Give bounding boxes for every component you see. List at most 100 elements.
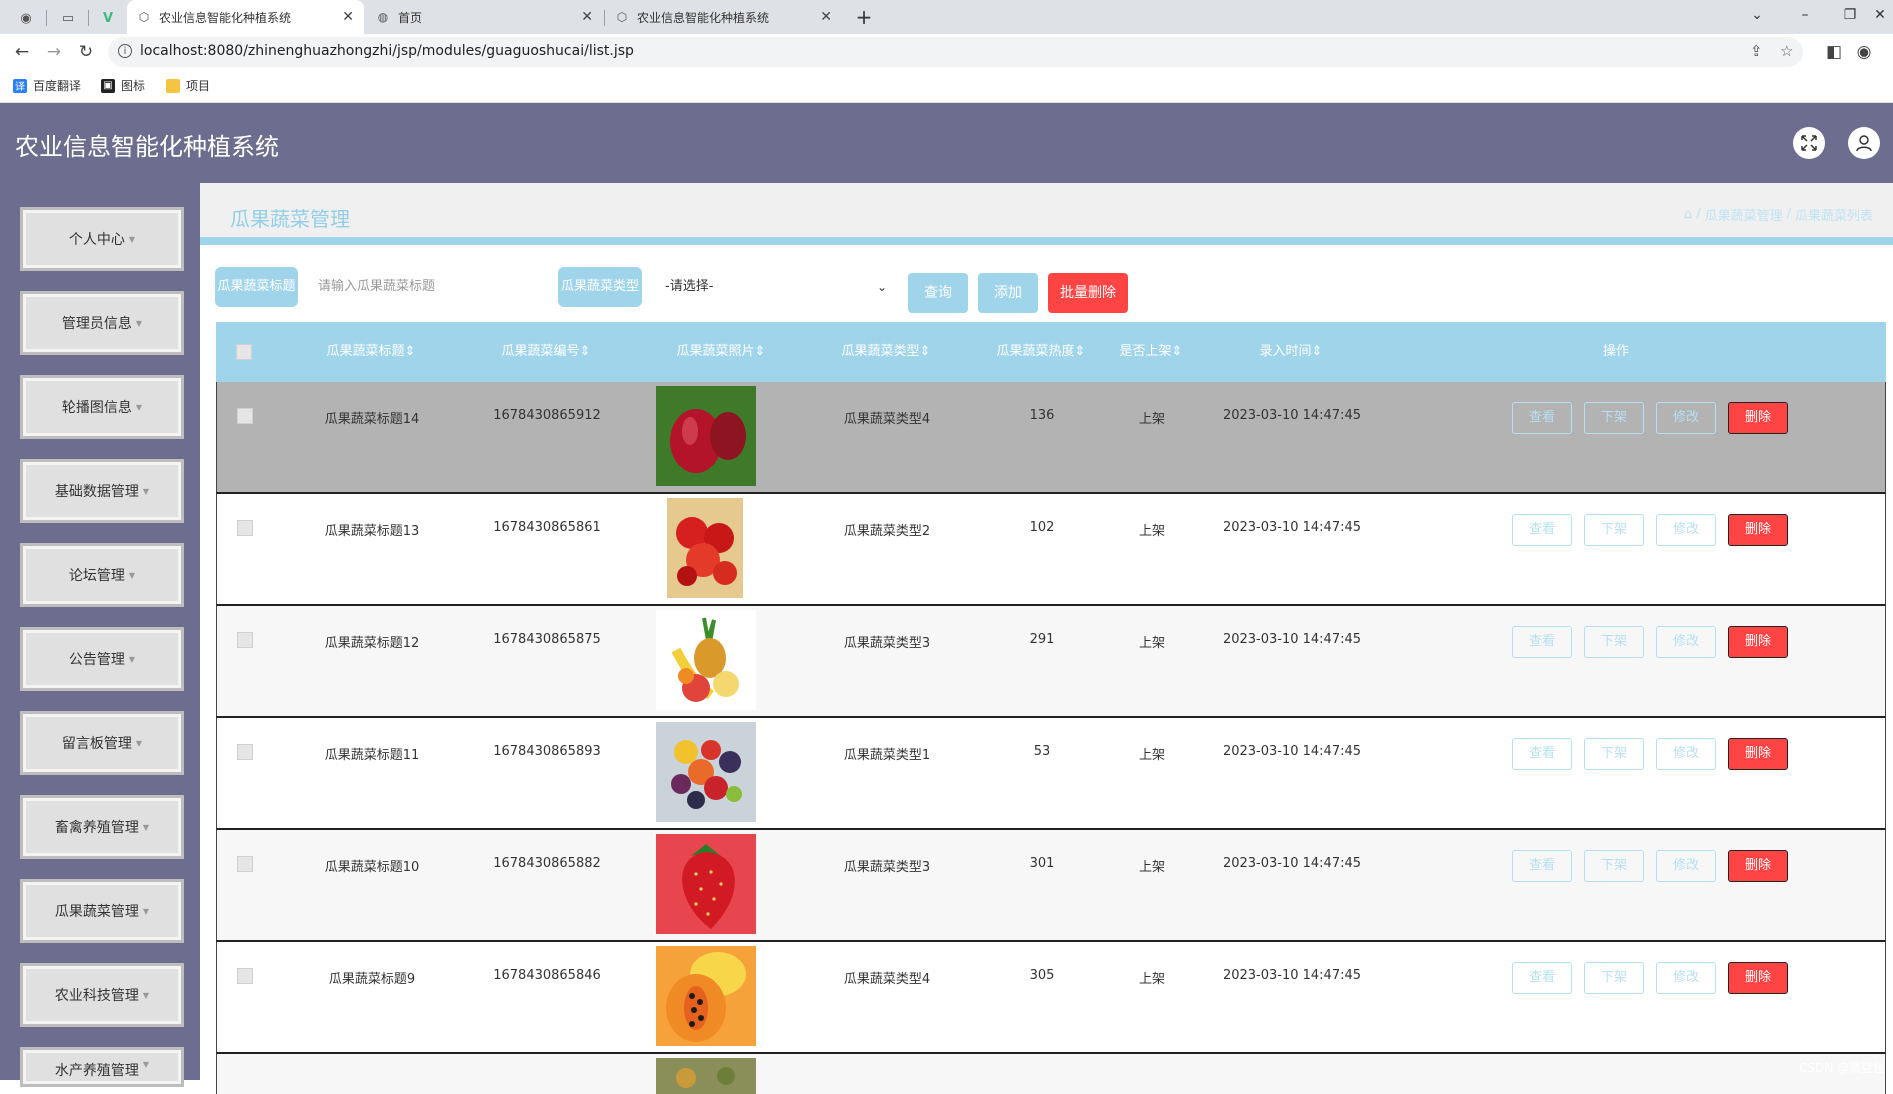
sidebar-item-aquaculture[interactable]: 水产养殖管理 ▼ [20,1047,184,1087]
table-row[interactable]: 瓜果蔬菜标题12 1678430865875 瓜果蔬菜类型3 291 上架 20… [216,606,1886,718]
view-button[interactable]: 查看 [1512,962,1572,994]
type-select[interactable]: -请选择- ⌄ [665,267,895,307]
view-button[interactable]: 查看 [1512,514,1572,546]
column-header-title[interactable]: 瓜果蔬菜标题⇕ [296,322,446,382]
reload-button[interactable]: ↻ [74,40,98,64]
cell-heat: 305 [1029,968,1055,983]
pinned-tab-vue[interactable]: V [92,6,124,30]
delete-button[interactable]: 删除 [1728,514,1788,546]
sidebar-item-base-data[interactable]: 基础数据管理 ▼ [20,459,184,523]
column-header-heat[interactable]: 瓜果蔬菜热度⇕ [966,322,1116,382]
row-checkbox[interactable] [237,632,253,648]
view-button[interactable]: 查看 [1512,626,1572,658]
table-row[interactable]: 瓜果蔬菜标题10 1678430865882 瓜果蔬菜类型3 301 上架 20… [216,830,1886,942]
profile-icon[interactable]: ◉ [1852,40,1876,64]
close-icon[interactable]: ✕ [581,9,593,25]
row-checkbox[interactable] [237,856,253,872]
sidebar-item-notice[interactable]: 公告管理 ▼ [20,627,184,691]
caret-down-icon: ▼ [142,990,150,1000]
row-checkbox[interactable] [237,968,253,984]
back-button[interactable]: ← [10,40,34,64]
forward-button[interactable]: → [42,40,66,64]
query-button[interactable]: 查询 [908,273,968,313]
off-shelf-button[interactable]: 下架 [1584,962,1644,994]
row-checkbox[interactable] [237,520,253,536]
column-header-type[interactable]: 瓜果蔬菜类型⇕ [811,322,961,382]
sidebar-item-admin-info[interactable]: 管理员信息 ▼ [20,291,184,355]
sort-icon: ⇕ [404,344,416,359]
title-search-input[interactable]: 请输入瓜果蔬菜标题 [318,267,538,307]
delete-button[interactable]: 删除 [1728,738,1788,770]
off-shelf-button[interactable]: 下架 [1584,402,1644,434]
view-button[interactable]: 查看 [1512,402,1572,434]
table-row[interactable]: 瓜果蔬菜标题11 1678430865893 瓜果蔬菜类型1 53 上架 202… [216,718,1886,830]
sort-icon: ⇕ [1171,344,1183,359]
side-panel-icon[interactable]: ◧ [1822,40,1846,64]
close-window-button[interactable]: ✕ [1860,2,1893,28]
view-button[interactable]: 查看 [1512,850,1572,882]
select-all-checkbox[interactable] [236,344,252,360]
share-icon[interactable]: ⇪ [1750,42,1763,60]
cell-title: 瓜果蔬菜标题13 [324,524,420,539]
edit-button[interactable]: 修改 [1656,850,1716,882]
edit-button[interactable]: 修改 [1656,402,1716,434]
column-header-code[interactable]: 瓜果蔬菜编号⇕ [471,322,621,382]
new-tab-button[interactable]: + [852,6,876,30]
sidebar-item-agri-tech[interactable]: 农业科技管理 ▼ [20,963,184,1027]
tab-2[interactable]: ◍ 首页 ✕ [366,0,603,34]
view-button[interactable]: 查看 [1512,738,1572,770]
bookmark-icons[interactable]: ▣ 图标 [101,77,145,94]
home-icon[interactable]: ⌂ [1684,207,1692,222]
info-icon[interactable]: i [118,44,132,58]
cell-code: 1678430865861 [493,520,601,535]
sidebar-item-message-board[interactable]: 留言板管理 ▼ [20,711,184,775]
delete-button[interactable]: 删除 [1728,402,1788,434]
bookmark-baidu-translate[interactable]: 译 百度翻译 [13,77,81,94]
delete-button[interactable]: 删除 [1728,850,1788,882]
table-row[interactable]: 瓜果蔬菜标题13 1678430865861 瓜果蔬菜类型2 102 上架 20… [216,494,1886,606]
batch-delete-button[interactable]: 批量删除 [1048,273,1128,313]
delete-button[interactable]: 删除 [1728,626,1788,658]
off-shelf-button[interactable]: 下架 [1584,738,1644,770]
pinned-tab-2[interactable]: ▭ [52,6,84,30]
url-text[interactable]: localhost:8080/zhinenghuazhongzhi/jsp/mo… [140,43,634,59]
edit-button[interactable]: 修改 [1656,514,1716,546]
tab-search-chevron-icon[interactable]: ⌄ [1737,2,1777,28]
table-row[interactable]: 瓜果蔬菜标题9 1678430865846 瓜果蔬菜类型4 305 上架 202… [216,942,1886,1054]
sort-icon: ⇕ [579,344,591,359]
row-checkbox[interactable] [237,744,253,760]
user-button[interactable] [1848,127,1880,159]
bookmark-project[interactable]: 项目 [166,77,210,94]
fruit-photo-basket [667,498,743,598]
add-button[interactable]: 添加 [978,273,1038,313]
off-shelf-button[interactable]: 下架 [1584,626,1644,658]
column-header-status[interactable]: 是否上架⇕ [1096,322,1206,382]
sort-icon: ⇕ [919,344,931,359]
edit-button[interactable]: 修改 [1656,738,1716,770]
off-shelf-button[interactable]: 下架 [1584,514,1644,546]
delete-button[interactable]: 删除 [1728,962,1788,994]
minimize-button[interactable]: – [1785,2,1825,28]
off-shelf-button[interactable]: 下架 [1584,850,1644,882]
tab-3[interactable]: ⬡ 农业信息智能化种植系统 ✕ [605,0,842,34]
omnibox[interactable]: i localhost:8080/zhinenghuazhongzhi/jsp/… [108,37,1803,67]
edit-button[interactable]: 修改 [1656,962,1716,994]
sidebar-item-livestock[interactable]: 畜禽养殖管理 ▼ [20,795,184,859]
row-checkbox[interactable] [237,408,253,424]
edit-button[interactable]: 修改 [1656,626,1716,658]
sidebar-item-carousel[interactable]: 轮播图信息 ▼ [20,375,184,439]
breadcrumb-item[interactable]: 瓜果蔬菜管理 [1705,205,1783,224]
close-icon[interactable]: ✕ [820,9,832,25]
table-row-partial[interactable] [216,1054,1886,1094]
column-header-time[interactable]: 录入时间⇕ [1216,322,1366,382]
column-header-photo[interactable]: 瓜果蔬菜照片⇕ [646,322,796,382]
star-icon[interactable]: ☆ [1780,42,1793,60]
sidebar-item-personal-center[interactable]: 个人中心 ▼ [20,207,184,271]
close-icon[interactable]: ✕ [342,9,354,25]
sidebar-item-forum[interactable]: 论坛管理 ▼ [20,543,184,607]
sidebar-item-fruit-vegetable[interactable]: 瓜果蔬菜管理 ▼ [20,879,184,943]
table-row[interactable]: 瓜果蔬菜标题14 1678430865912 瓜果蔬菜类型4 136 上架 20… [216,382,1886,494]
fullscreen-button[interactable] [1793,127,1825,159]
tab-1[interactable]: ⬡ 农业信息智能化种植系统 ✕ [127,0,364,34]
pinned-tab-1[interactable]: ◉ [10,6,42,30]
